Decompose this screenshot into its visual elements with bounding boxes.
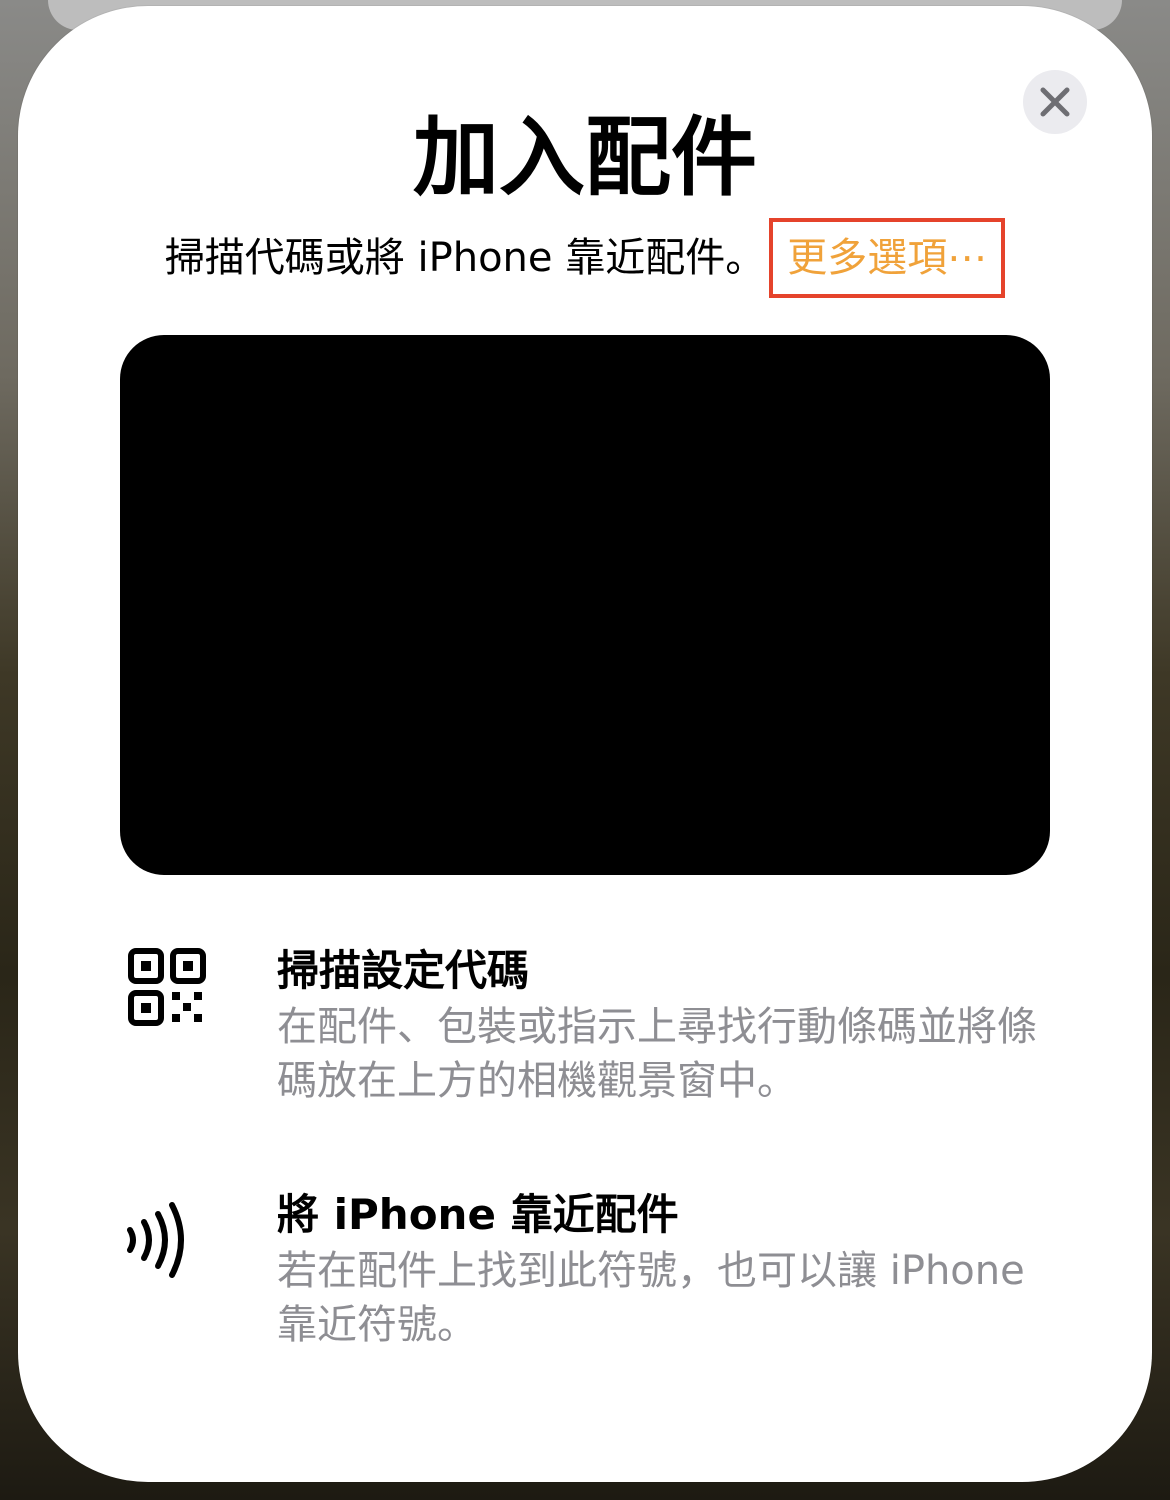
camera-viewfinder [120,335,1050,875]
instruction-description: 在配件、包裝或指示上尋找行動條碼並將條碼放在上方的相機觀景窗中。 [277,1004,1037,1104]
instruction-title: 將 iPhone 靠近配件 [277,1190,679,1239]
instruction-description: 若在配件上找到此符號，也可以讓 iPhone 靠近符號。 [277,1248,1025,1348]
instruction-title: 掃描設定代碼 [277,946,530,995]
nfc-wave-icon [127,1202,184,1278]
more-options-link[interactable]: 更多選項⋯ [769,218,1006,298]
page-title: 加入配件 [413,108,757,208]
add-accessory-sheet: 加入配件 掃描代碼或將 iPhone 靠近配件。 更多選項⋯ 掃描設定代碼 在配… [18,6,1152,1482]
qr-code-icon [128,948,206,1026]
subtitle-row: 掃描代碼或將 iPhone 靠近配件。 更多選項⋯ [18,218,1152,298]
subtitle-text: 掃描代碼或將 iPhone 靠近配件。 [164,235,766,281]
